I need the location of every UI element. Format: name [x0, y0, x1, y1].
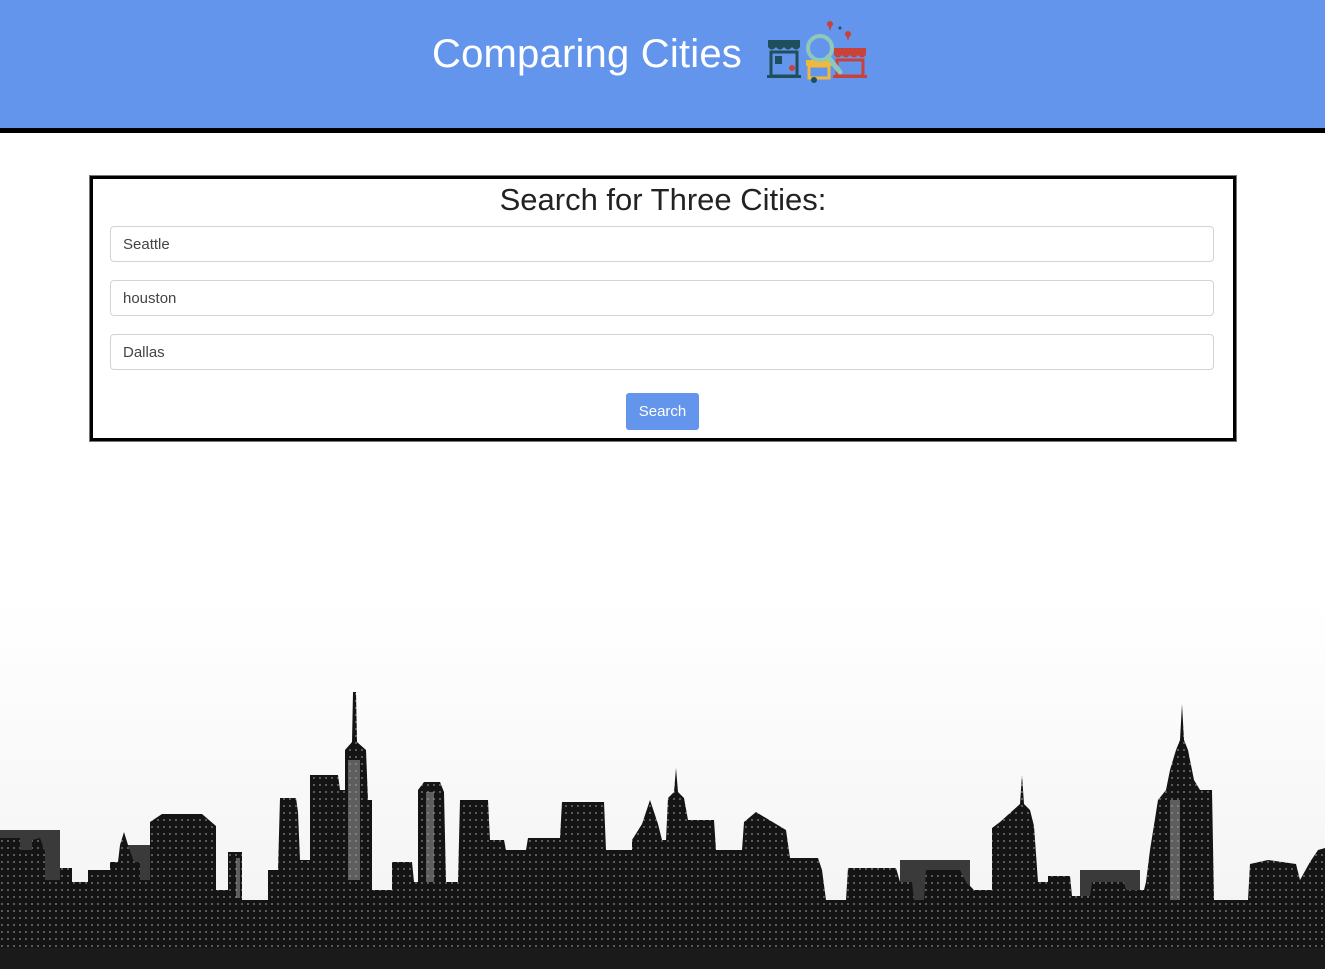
search-button[interactable]: Search — [626, 393, 699, 430]
search-heading: Search for Three Cities: — [499, 182, 827, 217]
city-input-2[interactable] — [110, 280, 1214, 316]
city-shops-magnifier-icon — [767, 21, 867, 83]
page-header: Comparing Cities — [0, 0, 1325, 133]
city-input-3[interactable] — [110, 334, 1214, 370]
city-skyline-image — [0, 600, 1325, 969]
page-title: Comparing Cities — [432, 32, 742, 76]
search-panel: Search for Three Cities: Search — [90, 176, 1236, 441]
city-input-1[interactable] — [110, 226, 1214, 262]
